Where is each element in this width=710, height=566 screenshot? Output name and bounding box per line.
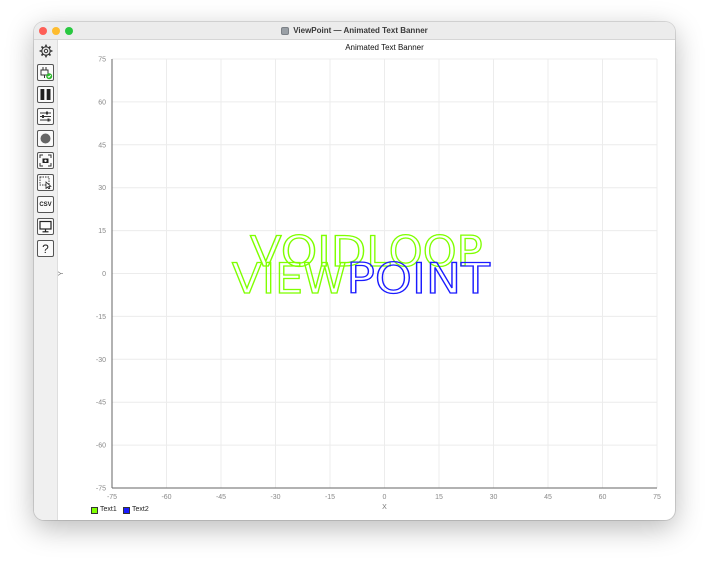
x-tick-label: -15 — [325, 494, 335, 501]
y-tick-label: 30 — [98, 185, 106, 192]
banner-text-view: VIEW — [232, 254, 347, 303]
legend-swatch — [123, 507, 130, 514]
x-tick-label: -30 — [270, 494, 280, 501]
legend-label: Text2 — [132, 506, 149, 513]
x-axis-label: X — [382, 504, 387, 511]
y-tick-label: 0 — [102, 271, 106, 278]
y-tick-label: 60 — [98, 99, 106, 106]
x-tick-label: -60 — [161, 494, 171, 501]
x-tick-label: 60 — [599, 494, 607, 501]
x-tick-label: 15 — [435, 494, 443, 501]
x-tick-label: -75 — [107, 494, 117, 501]
x-tick-label: 30 — [490, 494, 498, 501]
x-tick-label: 45 — [544, 494, 552, 501]
y-tick-label: -45 — [96, 400, 106, 407]
y-tick-label: 45 — [98, 142, 106, 149]
y-tick-label: 75 — [98, 57, 106, 64]
y-tick-label: -15 — [96, 314, 106, 321]
x-tick-label: 0 — [383, 494, 387, 501]
text-marks: VOID LOOPVIEW POINT — [231, 226, 491, 303]
x-tick-label: -45 — [216, 494, 226, 501]
legend-swatch — [91, 507, 98, 514]
legend-label: Text1 — [100, 506, 117, 513]
y-tick-label: 15 — [98, 228, 106, 235]
banner-text-point: POINT — [347, 254, 491, 303]
chart-title: Animated Text Banner — [345, 43, 424, 52]
chart-area: -75 -60 -45 -30 -15 0 15 30 45 60 75 75 60 45 30 15 0 -15… — [58, 43, 661, 511]
y-tick-label: -75 — [96, 486, 106, 493]
y-tick-label: -60 — [96, 443, 106, 450]
x-tick-label: 75 — [653, 494, 661, 501]
y-axis-label: Y — [58, 271, 65, 276]
y-tick-label: -30 — [96, 357, 106, 364]
